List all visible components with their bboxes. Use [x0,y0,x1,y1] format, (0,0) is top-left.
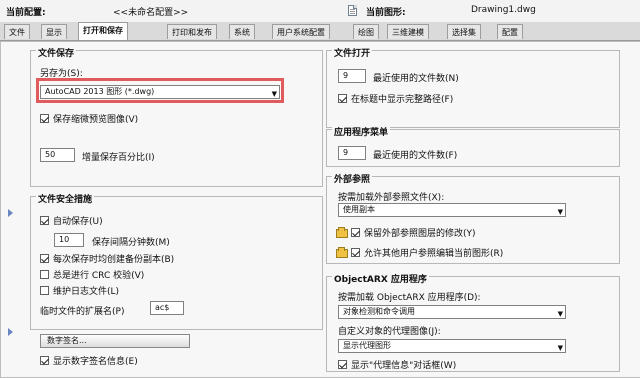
tab-open-and-save[interactable]: 打开和保存 [78,22,128,40]
demand-arx-value: 对象检测和命令调用 [343,307,415,316]
current-profile-value: <<未命名配置>> [113,8,189,18]
tab-user-preferences[interactable]: 用户系统配置 [272,24,330,39]
proxy-images-value: 显示代理图形 [343,341,391,350]
proxy-info-checkbox[interactable] [338,360,347,369]
folder-icon [336,227,348,238]
autosave-minutes-label: 保存间隔分钟数(M) [92,238,170,248]
demand-load-value: 使用副本 [343,205,375,214]
chevron-down-icon: ▼ [557,344,563,352]
tab-files[interactable]: 文件 [4,24,30,39]
proxy-images-dropdown[interactable]: 显示代理图形 ▼ [338,339,566,353]
tab-system[interactable]: 系统 [229,24,255,39]
autosave-minutes-input[interactable]: 10 [54,233,84,247]
demand-arx-dropdown[interactable]: 对象检测和命令调用 ▼ [338,305,566,319]
file-safety-group-title: 文件安全措施 [36,192,95,205]
autosave-checkbox[interactable] [40,216,49,225]
autosave-label: 自动保存(U) [53,217,103,227]
tab-profiles[interactable]: 配置 [497,24,523,39]
backup-checkbox[interactable] [40,254,49,263]
file-open-group [326,50,620,128]
chevron-down-icon: ▼ [557,310,563,318]
current-profile-label: 当前配置: [6,8,46,18]
objectarx-group-title: ObjectARX 应用程序 [332,272,429,285]
full-path-label: 在标题中显示完整路径(F) [351,95,454,105]
options-tab-strip: 文件 显示 打开和保存 打印和发布 系统 用户系统配置 绘图 三维建模 选择集 … [0,22,640,41]
current-drawing-value: Drawing1.dwg [471,5,536,15]
app-recent-input[interactable]: 9 [338,146,366,160]
save-as-value: AutoCAD 2013 图形 (*.dwg) [45,87,155,96]
demand-load-dropdown[interactable]: 使用副本 ▼ [338,203,566,217]
tab-3d-modeling[interactable]: 三维建模 [387,24,429,39]
backup-label: 每次保存时均创建备份副本(B) [53,255,175,265]
demand-load-label: 按需加载外部参照文件(X): [338,193,445,203]
temp-extension-input[interactable]: ac$ [150,301,184,315]
recent-files-label: 最近使用的文件数(N) [373,74,459,84]
external-reference-group-title: 外部参照 [332,172,373,185]
full-path-checkbox[interactable] [338,94,347,103]
save-as-label: 另存为(S): [40,69,83,79]
log-file-label: 维护日志文件(L) [53,287,120,297]
drawing-file-icon [348,5,357,16]
show-signature-checkbox[interactable] [40,356,49,365]
digital-signature-button[interactable]: 数字签名... [40,334,190,348]
proxy-images-label: 自定义对象的代理图像(J): [338,327,441,337]
expand-arrow-icon [8,328,16,336]
tab-plot-and-publish[interactable]: 打印和发布 [167,24,217,39]
current-drawing-label: 当前图形: [366,8,406,18]
log-file-checkbox[interactable] [40,286,49,295]
allow-xref-edit-checkbox[interactable] [351,248,360,257]
file-save-group-title: 文件保存 [36,46,77,59]
allow-xref-edit-label: 允许其他用户参照编辑当前图形(R) [364,249,504,259]
incremental-save-label: 增量保存百分比(I) [82,153,155,163]
crc-checkbox[interactable] [40,270,49,279]
file-open-group-title: 文件打开 [332,46,373,59]
retain-layer-changes-label: 保留外部参照图层的修改(Y) [364,229,476,239]
thumbnail-label: 保存缩微预览图像(V) [53,115,139,125]
app-recent-label: 最近使用的文件数(F) [373,151,458,161]
tab-drafting[interactable]: 绘图 [353,24,379,39]
incremental-save-input[interactable]: 50 [40,148,75,162]
expand-arrow-icon [8,209,16,217]
recent-files-input[interactable]: 9 [338,69,366,83]
demand-arx-label: 按需加载 ObjectARX 应用程序(D): [338,293,481,303]
tab-display[interactable]: 显示 [41,24,67,39]
crc-label: 总是进行 CRC 校验(V) [53,271,145,281]
folder-icon [336,247,348,258]
show-signature-label: 显示数字签名信息(E) [53,357,138,367]
chevron-down-icon: ▼ [557,208,563,216]
retain-layer-changes-checkbox[interactable] [351,228,360,237]
chevron-down-icon: ▼ [271,90,277,98]
application-menu-group-title: 应用程序菜单 [332,125,391,138]
save-as-dropdown[interactable]: AutoCAD 2013 图形 (*.dwg) ▼ [40,85,280,99]
thumbnail-checkbox[interactable] [40,114,49,123]
top-info-bar: 当前配置: <<未命名配置>> 当前图形: Drawing1.dwg [0,0,640,23]
proxy-info-label: 显示"代理信息"对话框(W) [351,361,457,371]
tab-selection[interactable]: 选择集 [447,24,481,39]
temp-extension-label: 临时文件的扩展名(P) [40,307,125,317]
